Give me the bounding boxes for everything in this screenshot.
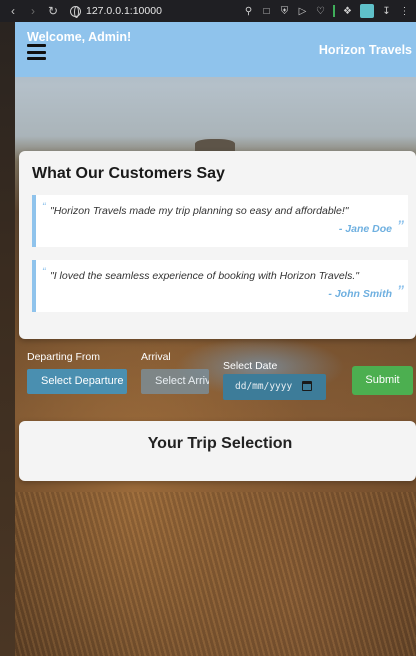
open-quote-icon: “ xyxy=(42,201,46,213)
close-quote-icon: ” xyxy=(397,217,404,233)
forward-icon[interactable]: › xyxy=(26,4,40,18)
date-label: Select Date xyxy=(223,360,278,372)
pin-icon[interactable]: ⚲ xyxy=(243,6,254,17)
testimonial-quote: "Horizon Travels made my trip planning s… xyxy=(50,205,349,217)
heart-icon[interactable]: ♡ xyxy=(315,6,326,17)
testimonial-quote: "I loved the seamless experience of book… xyxy=(50,270,359,282)
testimonial-card: “ "Horizon Travels made my trip planning… xyxy=(32,195,408,247)
extensions-icon[interactable]: ❖ xyxy=(342,6,353,17)
menu-icon[interactable]: ⋮ xyxy=(399,6,410,17)
screenshot-icon[interactable]: □ xyxy=(261,6,272,17)
departing-label: Departing From xyxy=(27,351,100,363)
testimonial-card: “ "I loved the seamless experience of bo… xyxy=(32,260,408,312)
address-bar[interactable]: 127.0.0.1:10000 xyxy=(70,5,162,18)
hamburger-line xyxy=(27,57,46,60)
welcome-text: Welcome, Admin! xyxy=(27,30,132,44)
globe-icon xyxy=(70,5,81,18)
shield-icon[interactable]: ⛨ xyxy=(279,6,290,17)
brand-name[interactable]: Horizon Travels xyxy=(319,43,412,57)
extension-icon[interactable] xyxy=(360,4,374,18)
hamburger-line xyxy=(27,50,46,54)
browser-actions: ⚲ □ ⛨ ▷ ♡ ❖ ↧ ⋮ xyxy=(243,4,410,18)
calendar-icon[interactable] xyxy=(302,381,312,391)
trip-selection-section: Your Trip Selection xyxy=(19,421,416,481)
site-header: Welcome, Admin! Horizon Travels xyxy=(15,22,416,77)
testimonial-author: - Jane Doe xyxy=(338,223,392,235)
departing-select[interactable]: Select Departure xyxy=(27,369,127,394)
toolbar-divider xyxy=(333,5,335,17)
testimonial-author: - John Smith xyxy=(328,288,392,300)
left-edge xyxy=(0,22,15,656)
arrival-select[interactable]: Select Arrival xyxy=(141,369,209,394)
trip-selection-title: Your Trip Selection xyxy=(147,435,293,452)
reload-icon[interactable]: ↻ xyxy=(46,4,60,18)
open-quote-icon: “ xyxy=(42,266,46,278)
background-grass xyxy=(15,492,416,656)
browser-toolbar: ‹ › ↻ 127.0.0.1:10000 ⚲ □ ⛨ ▷ ♡ ❖ ↧ ⋮ xyxy=(0,0,416,22)
back-icon[interactable]: ‹ xyxy=(6,4,20,18)
testimonials-section: What Our Customers Say “ "Horizon Travel… xyxy=(19,151,416,339)
close-quote-icon: ” xyxy=(397,282,404,298)
arrival-label: Arrival xyxy=(141,351,171,363)
hamburger-menu-icon[interactable] xyxy=(27,44,46,60)
page-content: Welcome, Admin! Horizon Travels What Our… xyxy=(15,22,416,656)
play-icon[interactable]: ▷ xyxy=(297,6,308,17)
hamburger-line xyxy=(27,44,46,47)
download-icon[interactable]: ↧ xyxy=(381,6,392,17)
url-text[interactable]: 127.0.0.1:10000 xyxy=(86,5,162,17)
submit-button[interactable]: Submit xyxy=(352,366,413,395)
background-mountain xyxy=(195,139,235,151)
testimonials-title: What Our Customers Say xyxy=(32,165,225,182)
